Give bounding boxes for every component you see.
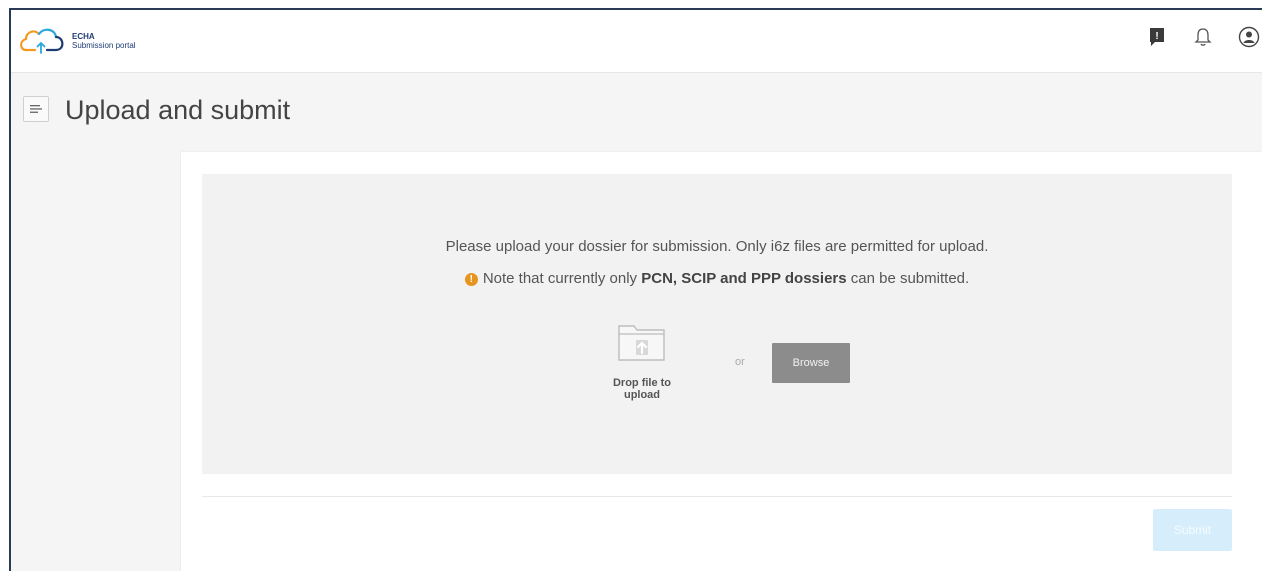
page-title: Upload and submit [65,95,291,125]
browse-button[interactable]: Browse [772,343,850,383]
feedback-icon: ! [1150,28,1164,46]
menu-toggle-icon [30,105,42,113]
file-dropzone[interactable]: Please upload your dossier for submissio… [202,174,1232,474]
note-suffix: can be submitted. [850,270,970,287]
cloud-upload-logo-icon [20,28,64,54]
upload-instructions: Please upload your dossier for submissio… [445,238,989,255]
drop-file-label: Drop file to upload [612,377,672,401]
or-separator: or [735,356,745,368]
app-window: ECHA Submission portal ! Upload and subm… [9,8,1262,571]
page-header: Upload and submit [11,72,1262,150]
top-bar: ECHA Submission portal ! [11,10,1262,73]
submit-button[interactable]: Submit [1153,509,1232,551]
notification-bell-icon [1194,28,1212,46]
folder-upload-icon [618,325,665,361]
card-divider [202,496,1232,497]
logo-subtitle: Submission portal [72,41,136,50]
user-account-icon [1238,26,1260,48]
echa-logo[interactable]: ECHA Submission portal [18,24,136,58]
submission-note: ! Note that currently only PCN, SCIP and … [202,270,1232,287]
feedback-button[interactable]: ! [1144,24,1170,50]
user-account-button[interactable] [1236,24,1262,50]
notifications-button[interactable] [1190,24,1216,50]
warning-icon: ! [464,273,478,286]
drop-file-target[interactable]: Drop file to upload [597,320,687,401]
svg-text:!: ! [1155,31,1158,42]
menu-toggle-button[interactable] [23,96,49,122]
note-prefix: Note that currently only [482,270,638,287]
logo-title: ECHA [72,32,95,41]
header-actions: ! [1124,24,1262,50]
upload-card: Please upload your dossier for submissio… [181,152,1262,571]
note-dossier-types: PCN, SCIP and PPP dossiers [641,270,847,287]
